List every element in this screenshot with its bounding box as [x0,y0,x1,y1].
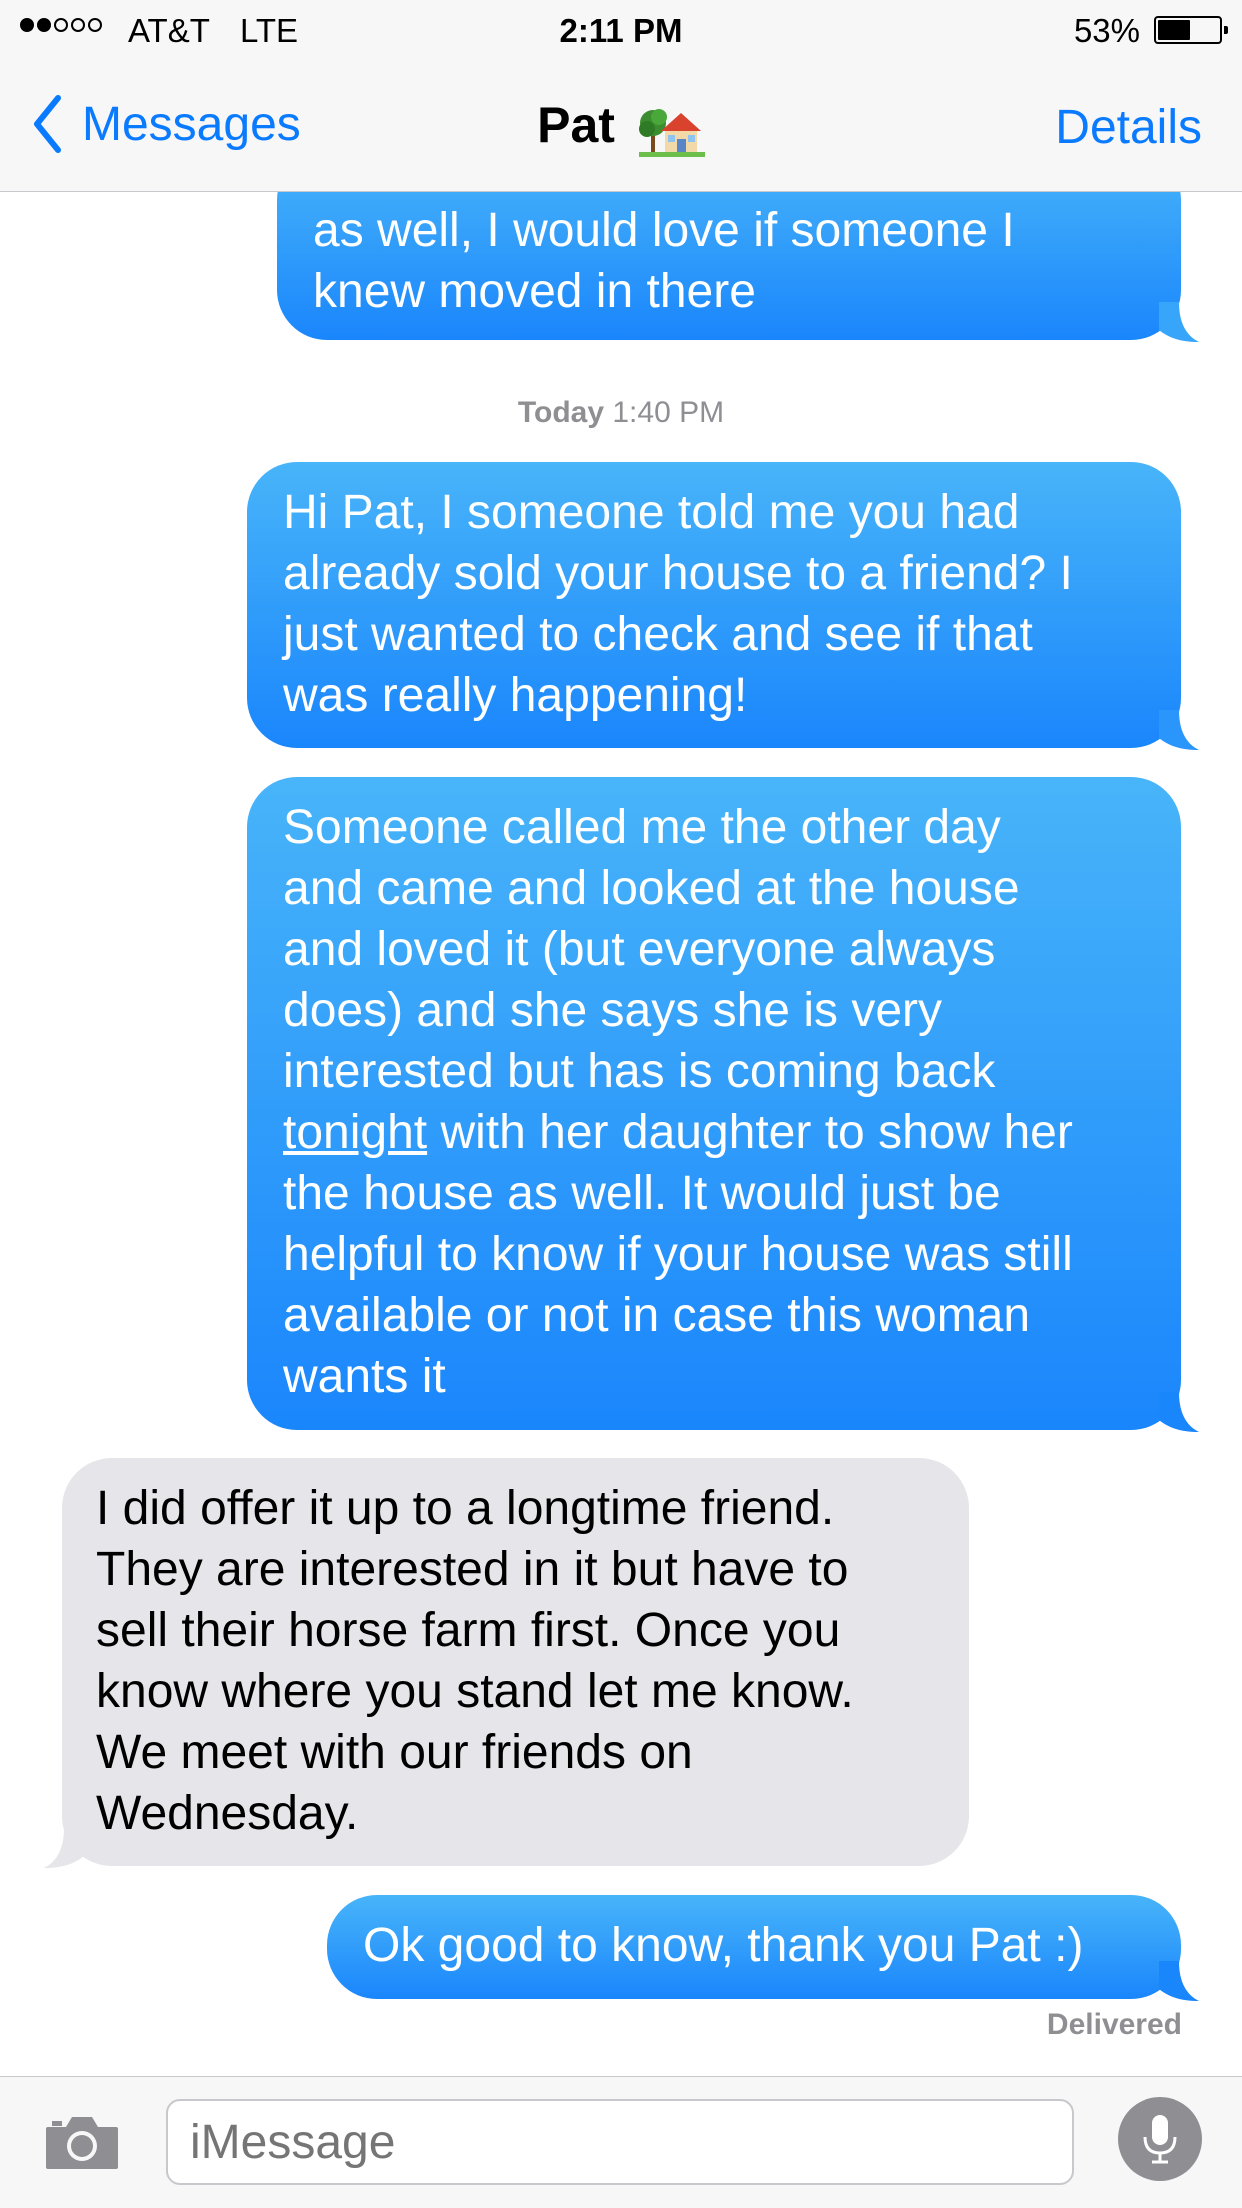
message-text-part: Someone called me the other day and came… [283,801,1020,1098]
outgoing-message-bubble[interactable]: Someone called me the other day and came… [247,777,1199,1432]
camera-icon[interactable] [44,2113,120,2171]
microphone-icon [1143,2115,1177,2164]
microphone-button[interactable] [1118,2097,1202,2181]
message-text: as well, I would love if someone I knew … [313,204,1015,318]
message-text: Someone called me the other day and came… [283,797,1145,1407]
house-with-garden-icon [638,108,705,157]
status-bar: AT&T LTE 2:11 PM 53% [0,0,1242,60]
battery-fill [1158,20,1190,40]
status-time: 2:11 PM [559,12,683,49]
contact-name: Pat [537,97,615,153]
message-text: Ok good to know, thank you Pat :) [363,1919,1084,1972]
outgoing-message-bubble[interactable]: Hi Pat, I someone told me you had alread… [247,462,1199,750]
battery-icon [1154,16,1228,44]
message-text: Hi Pat, I someone told me you had alread… [283,486,1073,722]
timestamp-time: 1:40 PM [612,396,725,429]
navigation-bar: Messages Pat Details [0,60,1242,192]
battery-percent: 53% [1073,12,1140,49]
outgoing-message-bubble[interactable]: Ok good to know, thank you Pat :) [327,1895,1199,2001]
delivered-status: Delivered [1046,2008,1182,2041]
bubble-tail [1159,1392,1199,1432]
detected-link-tonight[interactable]: tonight [283,1106,427,1159]
message-input-bar [0,2076,1242,2208]
bubble-tail [1159,302,1199,342]
message-text: I did offer it up to a longtime friend. … [96,1482,854,1840]
timestamp-day: Today [517,396,605,429]
battery-tip [1224,26,1228,34]
message-timestamp: Today 1:40 PM [0,396,1242,430]
incoming-message-bubble[interactable]: I did offer it up to a longtime friend. … [44,1458,969,1868]
bubble-tail [1159,1961,1199,2001]
imessage-input[interactable] [166,2099,1074,2185]
bubble-tail [1159,710,1199,750]
bubble-tail [44,1828,84,1868]
details-button[interactable]: Details [1055,100,1202,155]
